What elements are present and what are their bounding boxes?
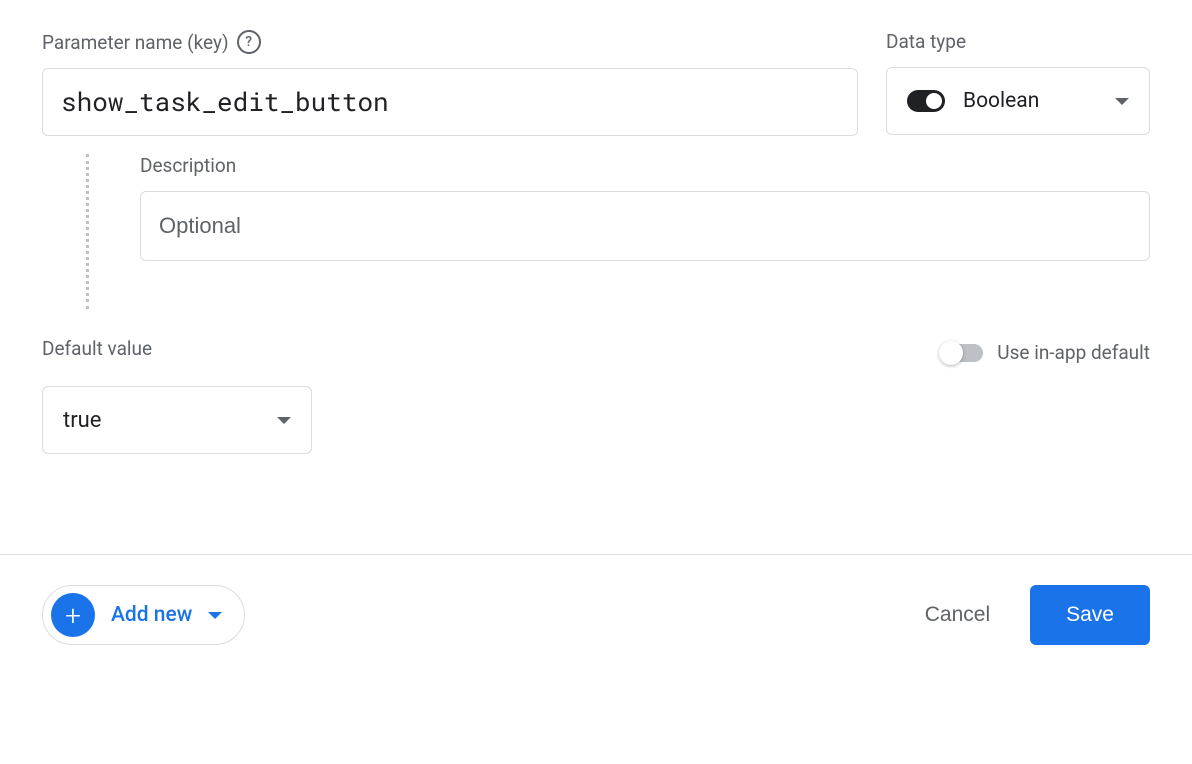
parameter-name-input[interactable] bbox=[42, 68, 858, 136]
chevron-down-icon bbox=[208, 612, 222, 619]
data-type-select[interactable]: Boolean bbox=[886, 67, 1150, 135]
data-type-label: Data type bbox=[886, 30, 966, 53]
add-new-label: Add new bbox=[111, 603, 192, 627]
default-value-group: Default value true bbox=[42, 337, 312, 454]
tree-connector bbox=[86, 154, 89, 309]
default-value-text: true bbox=[63, 408, 101, 433]
default-value-select[interactable]: true bbox=[42, 386, 312, 454]
description-label: Description bbox=[140, 154, 1150, 177]
chevron-down-icon bbox=[1115, 98, 1129, 105]
boolean-icon bbox=[907, 90, 945, 112]
parameter-name-label: Parameter name (key) bbox=[42, 31, 229, 54]
plus-icon: + bbox=[51, 593, 95, 637]
default-value-label: Default value bbox=[42, 337, 312, 360]
description-section: Description bbox=[86, 154, 1150, 261]
chevron-down-icon bbox=[277, 417, 291, 424]
help-icon[interactable]: ? bbox=[237, 30, 261, 54]
footer: + Add new Cancel Save bbox=[0, 554, 1192, 675]
save-button[interactable]: Save bbox=[1030, 585, 1150, 645]
in-app-default-label: Use in-app default bbox=[997, 341, 1150, 364]
in-app-default-row: Use in-app default bbox=[941, 341, 1150, 364]
in-app-default-toggle[interactable] bbox=[941, 344, 983, 362]
parameter-name-group: Parameter name (key) ? bbox=[42, 30, 858, 136]
cancel-button[interactable]: Cancel bbox=[925, 603, 990, 627]
data-type-value: Boolean bbox=[963, 89, 1039, 113]
data-type-group: Data type Boolean bbox=[886, 30, 1150, 135]
add-new-button[interactable]: + Add new bbox=[42, 585, 245, 645]
description-input[interactable] bbox=[140, 191, 1150, 261]
